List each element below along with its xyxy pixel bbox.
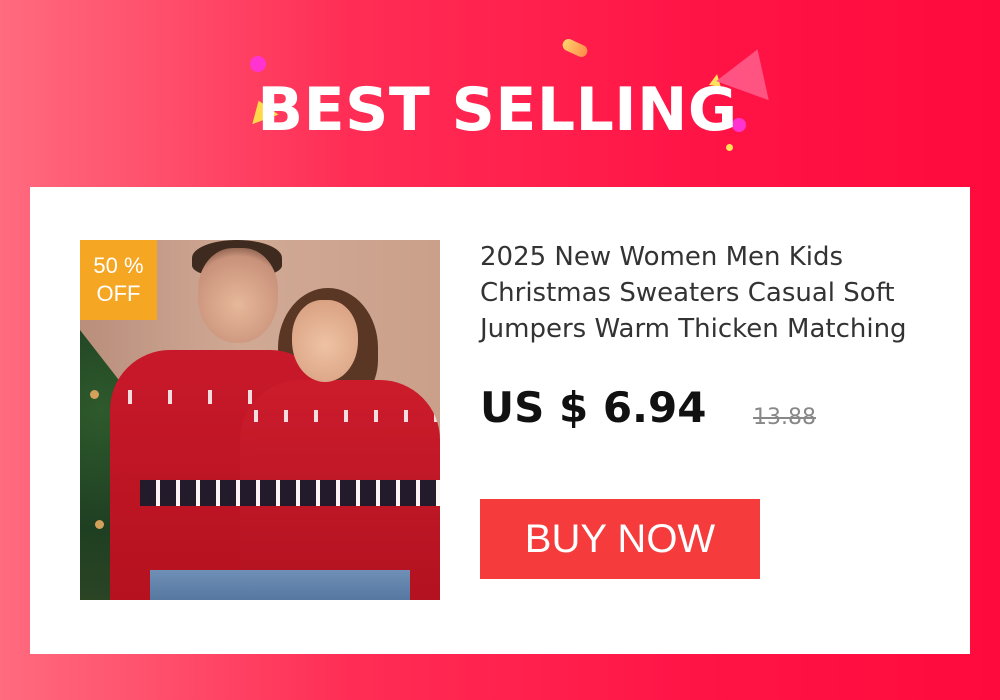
- man-face-image: [198, 248, 278, 343]
- discount-percent: 50 %: [93, 253, 144, 278]
- confetti-dot-icon: [726, 144, 733, 151]
- discount-label: OFF: [96, 281, 141, 306]
- original-price: 13.88: [753, 405, 816, 430]
- jeans-image: [150, 570, 410, 600]
- ornament-image: [95, 520, 104, 529]
- product-title[interactable]: 2025 New Women Men Kids Christmas Sweate…: [480, 239, 950, 347]
- sweater-pattern-band: [140, 480, 440, 506]
- product-image[interactable]: 50 % OFF: [80, 240, 440, 600]
- discount-badge: 50 % OFF: [80, 240, 157, 320]
- buy-now-button[interactable]: BUY NOW: [480, 499, 760, 579]
- banner-title: BEST SELLING: [257, 75, 738, 145]
- confetti-dot-icon: [250, 56, 266, 72]
- woman-face-image: [292, 300, 358, 382]
- current-price: US $ 6.94: [480, 383, 707, 432]
- confetti-streamer-icon: [560, 37, 590, 59]
- ornament-image: [90, 390, 99, 399]
- product-card: 50 % OFF 2025 New Women Men Kids Christm…: [30, 187, 970, 654]
